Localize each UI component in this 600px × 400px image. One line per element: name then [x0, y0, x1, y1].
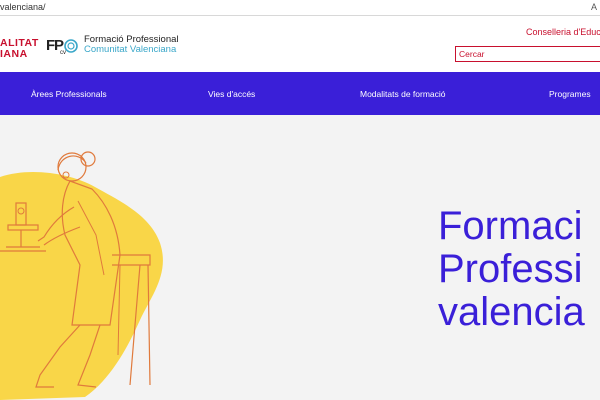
- page: valenciana/ A ALITAT IANA F P cv Formaci…: [0, 0, 600, 400]
- nav-item-programes[interactable]: Programes: [549, 89, 591, 99]
- fp-subtitle: Comunitat Valenciana: [84, 44, 177, 55]
- site-header: ALITAT IANA F P cv Formació Professional…: [0, 16, 600, 72]
- reader-mode-icon[interactable]: A: [591, 2, 597, 12]
- hero-title-line-2: Professi: [438, 247, 583, 291]
- hero-title-line-1: Formaci: [438, 204, 583, 248]
- svg-text:cv: cv: [60, 50, 66, 56]
- conselleria-link[interactable]: Conselleria d'Educa: [526, 27, 600, 37]
- hero-title: Formaci Professi valencia: [438, 205, 585, 334]
- url-text[interactable]: valenciana/: [0, 2, 46, 12]
- hero-title-line-3: valencia: [438, 290, 585, 334]
- main-nav: Àrees Professionals Vies d'accés Modalit…: [0, 72, 600, 115]
- scientist-with-microscope-illustration: [0, 151, 163, 400]
- search-input[interactable]: [455, 46, 600, 62]
- generalitat-logo[interactable]: ALITAT IANA: [0, 38, 39, 60]
- fpcv-logo-icon[interactable]: F P cv: [46, 34, 80, 56]
- hero-section: Formaci Professi valencia: [0, 115, 600, 400]
- nav-item-modalitats-formacio[interactable]: Modalitats de formació: [360, 89, 446, 99]
- fp-logo-text[interactable]: Formació Professional Comunitat Valencia…: [84, 35, 179, 55]
- browser-address-bar[interactable]: valenciana/ A: [0, 0, 600, 16]
- nav-item-vies-acces[interactable]: Vies d'accés: [208, 89, 255, 99]
- generalitat-logo-line-2: IANA: [0, 48, 28, 60]
- nav-item-arees-professionals[interactable]: Àrees Professionals: [31, 89, 107, 99]
